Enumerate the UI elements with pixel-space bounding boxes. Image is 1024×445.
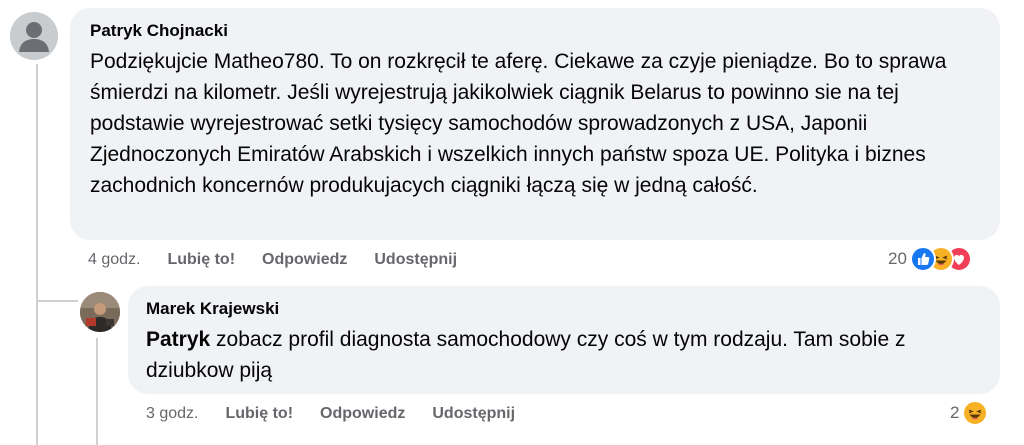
comment-bubble: Patryk Chojnacki Podziękujcie Matheo780.… [70,8,1000,240]
reply-button[interactable]: Odpowiedz [320,405,405,423]
reply-connector-line [36,300,78,302]
avatar[interactable] [80,292,120,332]
reaction-count: 2 [950,403,960,422]
mention-link[interactable]: Patryk [146,328,210,351]
comment-actions: 3 godz. Lubię to! Odpowiedz Udostępnij [146,402,542,426]
comment-timestamp[interactable]: 4 godz. [88,251,140,269]
comment-actions: 4 godz. Lubię to! Odpowiedz Udostępnij [88,248,484,272]
reaction-summary[interactable]: 2 [950,398,989,428]
reply-thread-line [96,338,98,445]
like-icon [909,246,936,272]
share-button[interactable]: Udostępnij [432,405,515,423]
default-avatar-icon[interactable] [10,12,58,60]
comment-text-body: zobacz profil diagnosta samochodowy czy … [146,328,906,382]
reply-bubble: Marek Krajewski Patryk zobacz profil dia… [128,286,1000,394]
share-button[interactable]: Udostępnij [374,251,457,269]
reaction-summary[interactable]: 20 [888,244,972,274]
comment-author[interactable]: Marek Krajewski [146,298,982,320]
comment-timestamp[interactable]: 3 godz. [146,405,198,423]
reaction-count: 20 [888,249,907,268]
comment-author[interactable]: Patryk Chojnacki [90,20,980,42]
comment-text: Podziękujcie Matheo780. To on rozkręcił … [90,50,947,197]
haha-icon [962,400,989,426]
thread-connector-line [36,64,38,445]
reply-button[interactable]: Odpowiedz [262,251,347,269]
like-button[interactable]: Lubię to! [225,405,293,423]
like-button[interactable]: Lubię to! [167,251,235,269]
comment-text: Patryk zobacz profil diagnosta samochodo… [146,324,982,386]
